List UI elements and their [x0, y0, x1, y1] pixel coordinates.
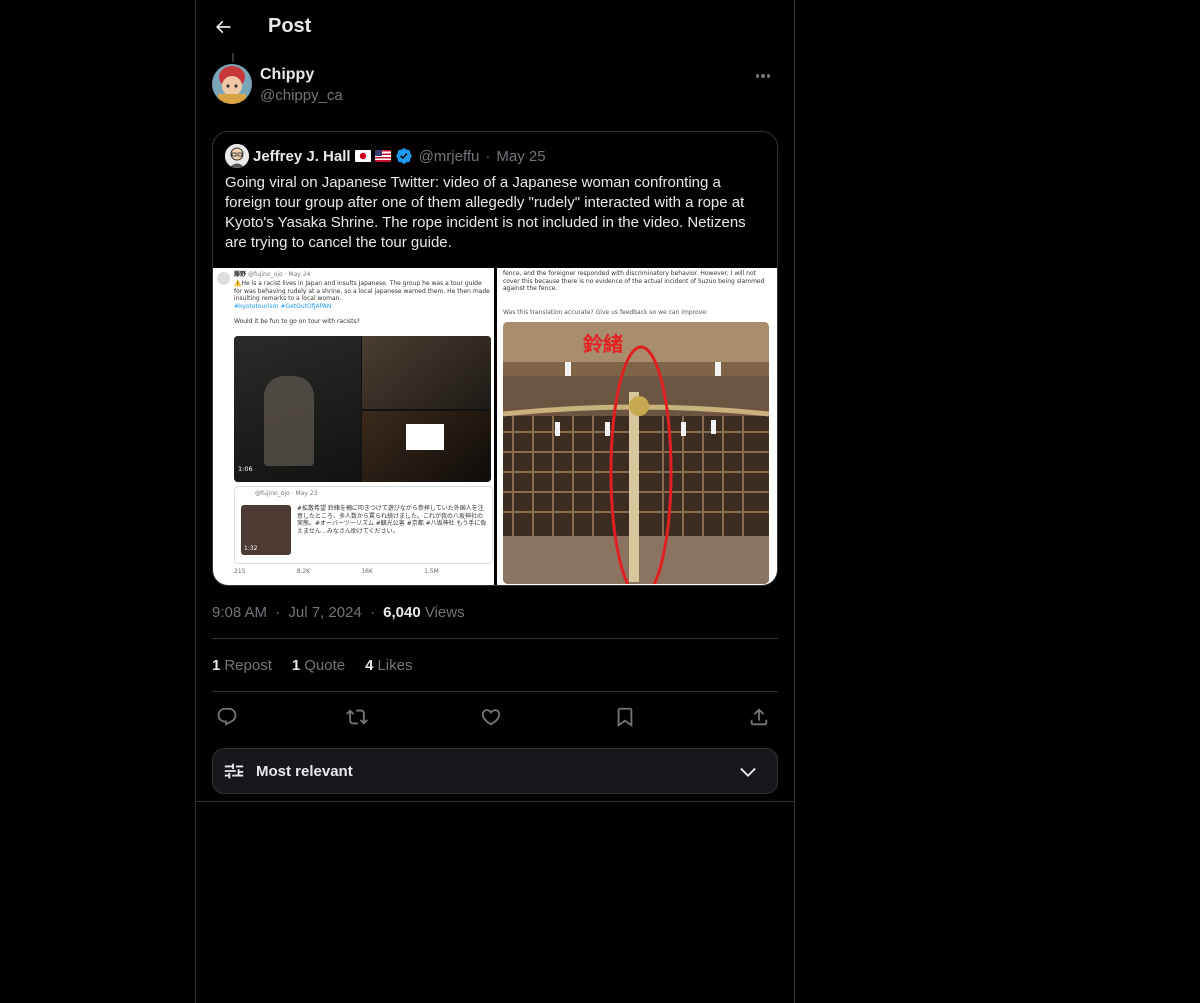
author-name[interactable]: Chippy — [260, 66, 314, 84]
embedded-stats: 215 8.2K 16K 1.5M — [234, 568, 439, 575]
views-count: 6,040 — [383, 604, 421, 621]
embedded-avatar — [217, 272, 230, 285]
divider — [212, 638, 778, 639]
back-arrow-icon — [215, 20, 231, 34]
quote-header: Jeffrey J. Hall @mrjeffu · May 25 — [225, 144, 546, 168]
more-icon — [755, 74, 760, 78]
embedded-video: 1:06 — [234, 336, 491, 482]
views-label: Views — [424, 604, 465, 621]
embedded-nested-post: @fujino_ojo · May 23 1:32 #拡散希望 鈴緒を柵に叩きつ… — [234, 486, 493, 564]
us-flag-icon — [374, 150, 391, 162]
media-screenshot-right[interactable]: fence, and the foreigner responded with … — [497, 268, 777, 585]
video-duration: 1:06 — [238, 465, 253, 473]
shrine-label: 鈴緒 — [583, 332, 623, 356]
shrine-photo: 鈴緒 — [503, 322, 769, 584]
quote-avatar — [225, 144, 249, 168]
action-bar — [212, 704, 778, 732]
post-time[interactable]: 9:08 AM — [212, 604, 267, 621]
reposts-stat[interactable]: 1 Repost — [212, 657, 272, 674]
bookmark-icon — [617, 707, 633, 728]
translation-feedback: Was this translation accurate? Give us f… — [503, 309, 708, 316]
post-date[interactable]: Jul 7, 2024 — [288, 604, 361, 621]
quoted-post[interactable]: Jeffrey J. Hall @mrjeffu · May 25 Going … — [212, 131, 778, 586]
chevron-down-icon — [737, 761, 759, 788]
share-icon — [750, 708, 768, 726]
like-icon — [481, 709, 501, 726]
sort-replies-dropdown[interactable]: Most relevant — [212, 748, 778, 794]
quote-author-handle[interactable]: @mrjeffu — [419, 148, 480, 165]
quote-media: 藤野 @fujino_ojo · May 24 ⚠️He is a racist… — [213, 268, 777, 585]
share-button[interactable] — [748, 706, 772, 730]
quote-date[interactable]: May 25 — [496, 148, 545, 165]
thread-connector — [232, 53, 234, 62]
embedded-hashtags: #kyototourism #GetOutOfJAPAN — [234, 303, 332, 310]
avatar[interactable] — [212, 64, 252, 104]
post-author: Chippy @chippy_ca — [212, 64, 778, 108]
more-button[interactable] — [748, 66, 778, 86]
repost-button[interactable] — [346, 706, 370, 730]
engagement-stats: 1 Repost 1 Quote 4 Likes — [212, 657, 412, 674]
divider — [212, 691, 778, 692]
reply-button[interactable] — [216, 706, 240, 730]
separator-dot: · — [485, 147, 491, 165]
divider — [196, 801, 794, 802]
embedded-text: ⚠️He is a racist lives in Japan and insu… — [234, 280, 490, 302]
verified-icon — [395, 147, 413, 165]
embedded-user: 藤野 — [234, 271, 247, 278]
media-screenshot-left[interactable]: 藤野 @fujino_ojo · May 24 ⚠️He is a racist… — [213, 268, 494, 585]
translation-text: fence, and the foreigner responded with … — [503, 270, 765, 292]
main-column: Post Chippy @chippy_ca Jeffrey J. Hall @… — [195, 0, 795, 1003]
sort-label: Most relevant — [256, 763, 353, 780]
page-title: Post — [268, 15, 312, 37]
japan-flag-icon — [354, 150, 371, 162]
author-handle[interactable]: @chippy_ca — [260, 87, 343, 104]
back-button[interactable] — [210, 14, 236, 40]
reply-icon — [217, 707, 237, 726]
embedded-handle-date: @fujino_ojo · May 24 — [247, 271, 311, 278]
post-timestamp: 9:08 AM · Jul 7, 2024 · 6,040 Views — [212, 604, 465, 621]
page-header: Post — [196, 0, 794, 53]
filter-icon — [223, 760, 245, 787]
quotes-stat[interactable]: 1 Quote — [292, 657, 345, 674]
embedded-question: Would it be fun to go on tour with racis… — [234, 318, 360, 325]
quote-author-name[interactable]: Jeffrey J. Hall — [253, 148, 351, 165]
likes-stat[interactable]: 4 Likes — [365, 657, 412, 674]
bookmark-button[interactable] — [614, 706, 638, 730]
quote-text: Going viral on Japanese Twitter: video o… — [225, 174, 746, 251]
repost-icon — [346, 709, 368, 725]
like-button[interactable] — [480, 706, 504, 730]
nested-text: #拡散希望 鈴緒を柵に叩きつけて遊びながら参拝していた外国人を注意したところ、多… — [297, 505, 487, 535]
